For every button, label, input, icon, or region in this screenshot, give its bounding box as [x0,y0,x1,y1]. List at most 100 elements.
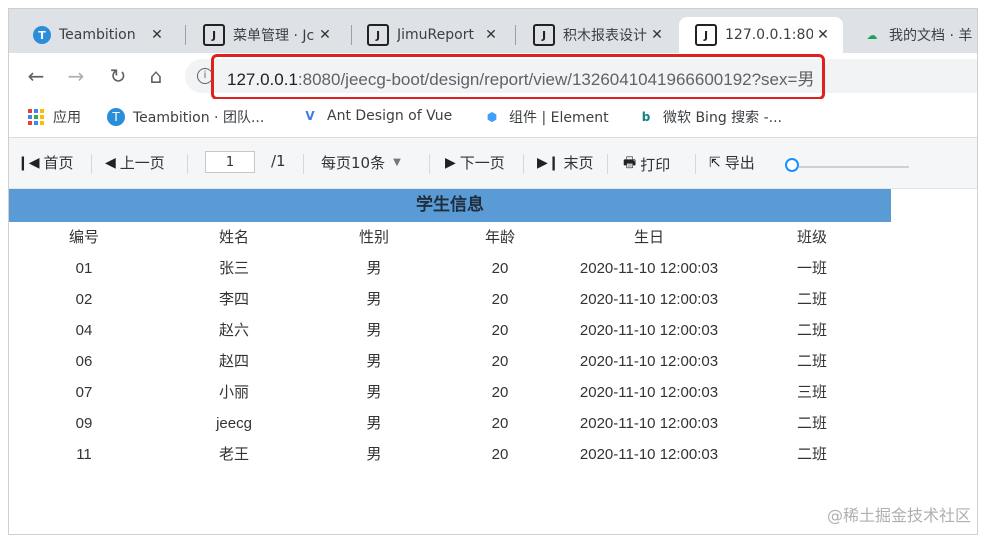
table-cell: 一班 [796,260,827,277]
table-cell: 二班 [796,353,827,370]
total-pages: /1 [271,152,286,170]
table-cell: 04 [75,322,93,339]
toolbar-separator [187,154,188,174]
tab-my-documents[interactable]: ☁ 我的文档 · 羊 [847,17,977,53]
tab-report-design[interactable]: J 积木报表设计 ✕ [517,17,677,53]
close-icon[interactable]: ✕ [315,27,335,43]
table-cell: 小丽 [218,384,249,401]
home-icon[interactable]: ⌂ [143,63,169,89]
teambition-icon: T [33,26,51,44]
tab-strip: T Teambition ✕ J 菜单管理 · Jc ✕ J JimuRepor… [9,9,977,53]
bookmark-label: Ant Design of Vue [327,108,453,124]
browser-window: T Teambition ✕ J 菜单管理 · Jc ✕ J JimuRepor… [8,8,978,535]
table-cell: 01 [75,260,93,277]
page-size-label: 每页10条 [321,154,386,172]
url-highlight-box [211,54,825,100]
table-row: 04 赵六 男 20 2020-11-10 12:00:03 二班 [9,315,891,346]
table-row: 09 jeecg 男 20 2020-11-10 12:00:03 二班 [9,408,891,439]
toolbar-separator [523,154,524,174]
last-page-label: 末页 [563,154,594,172]
page-number-input[interactable]: 1 [205,151,255,173]
report-area: 学生信息 编号 姓名 性别 年龄 生日 班级 01 张三 男 20 2020-1… [9,189,977,534]
prev-page-button[interactable]: ◀ 上一页 [105,152,165,173]
next-page-button[interactable]: ▶ 下一页 [445,152,505,173]
toolbar-separator [695,154,696,174]
table-row: 11 老王 男 20 2020-11-10 12:00:03 二班 [9,439,891,470]
table-cell: 09 [75,415,93,432]
teambition-icon: T [107,108,125,126]
bookmark-label: 组件 | Element [509,110,609,126]
close-icon[interactable]: ✕ [647,27,667,43]
first-page-button[interactable]: ❙◀ 首页 [17,152,74,173]
table-header-row: 编号 姓名 性别 年龄 生日 班级 [9,222,891,253]
bookmark-ant-design-vue[interactable]: V Ant Design of Vue [301,107,452,125]
last-page-icon: ▶❙ [537,154,560,171]
toolbar-separator [91,154,92,174]
first-page-label: 首页 [43,154,74,172]
zoom-slider-track[interactable] [799,166,909,168]
tab-jimureport[interactable]: J JimuReport ✕ [351,17,511,53]
table-cell: 2020-11-10 12:00:03 [579,322,719,339]
bookmark-apps[interactable]: 应用 [27,107,81,127]
table-cell: 02 [75,291,93,308]
toolbar-separator [607,154,608,174]
first-page-icon: ❙◀ [17,154,40,171]
apps-grid-icon [27,108,45,126]
export-button[interactable]: ⇱ 导出 [709,152,755,173]
printer-icon: 🖶 [623,155,637,171]
table-cell: 三班 [796,384,827,401]
j-icon: J [203,24,225,46]
table-cell: 2020-11-10 12:00:03 [579,415,719,432]
tab-separator [185,25,186,45]
table-cell: 赵四 [218,353,249,370]
watermark: @稀土掘金技术社区 [826,506,971,525]
tab-menu-management[interactable]: J 菜单管理 · Jc ✕ [187,17,345,53]
back-arrow-icon[interactable]: ← [23,63,49,89]
bookmark-label: 应用 [53,110,81,126]
element-icon: ⬢ [486,110,498,124]
table-row: 06 赵四 男 20 2020-11-10 12:00:03 二班 [9,346,891,377]
close-icon[interactable]: ✕ [813,27,833,43]
table-cell: 二班 [796,322,827,339]
next-page-icon: ▶ [445,154,456,171]
table-cell: 李四 [218,291,249,308]
tab-title: 127.0.0.1:80 [725,27,813,43]
export-icon: ⇱ [709,154,721,171]
table-cell: jeecg [216,415,252,432]
table-cell: 2020-11-10 12:00:03 [579,446,719,463]
column-header: 班级 [796,229,827,246]
column-header: 编号 [68,229,99,246]
page-size-select[interactable]: 每页10条 ▼ [321,152,401,173]
prev-page-icon: ◀ [105,154,116,171]
report-title: 学生信息 [9,189,891,222]
bookmark-element[interactable]: ⬢ 组件 | Element [483,107,609,127]
print-button[interactable]: 🖶 打印 [623,152,670,176]
doc-icon: ☁ [866,28,878,42]
table-row: 01 张三 男 20 2020-11-10 12:00:03 一班 [9,253,891,284]
tab-title: JimuReport [397,27,474,43]
table-cell: 老王 [218,446,249,463]
tab-title: 我的文档 · 羊 [889,28,973,44]
toolbar-separator [429,154,430,174]
tab-teambition[interactable]: T Teambition ✕ [17,17,177,53]
last-page-button[interactable]: ▶❙ 末页 [537,152,594,173]
column-header: 生日 [633,229,664,246]
caret-down-icon: ▼ [393,157,401,168]
tab-title: 菜单管理 · Jc [233,28,315,44]
tab-report-view[interactable]: J 127.0.0.1:80 ✕ [679,17,843,53]
table-cell: 06 [75,353,93,370]
forward-arrow-icon[interactable]: → [63,63,89,89]
bookmark-teambition[interactable]: T Teambition · 团队... [107,107,264,127]
table-cell: 07 [75,384,93,401]
close-icon[interactable]: ✕ [481,27,501,43]
close-icon[interactable]: ✕ [147,27,167,43]
table-cell: 二班 [796,446,827,463]
table-cell: 二班 [796,415,827,432]
reload-icon[interactable]: ↻ [105,63,131,89]
tab-separator [515,25,516,45]
zoom-slider-handle[interactable] [785,158,799,172]
bookmark-bing[interactable]: b 微软 Bing 搜索 -... [637,107,782,127]
table-cell: 2020-11-10 12:00:03 [579,384,719,401]
next-page-label: 下一页 [459,154,505,172]
print-label: 打印 [640,155,671,174]
